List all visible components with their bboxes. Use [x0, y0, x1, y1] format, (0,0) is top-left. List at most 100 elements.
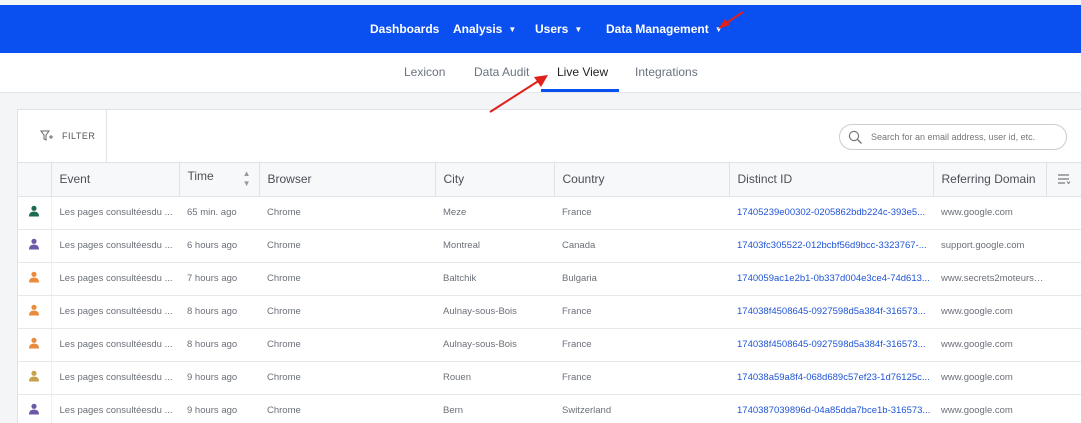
nav-analysis[interactable]: Analysis ▼: [453, 5, 516, 53]
cell-event: Les pages consultéesdu ...: [51, 361, 179, 395]
search-input[interactable]: [871, 129, 1059, 145]
cell-distinct-id[interactable]: 17405239e00302-0205862bdb224c-393e5...: [729, 196, 933, 230]
cell-country: Switzerland: [554, 394, 729, 423]
row-spacer-cell: [1046, 196, 1081, 230]
column-header-distinct-id[interactable]: Distinct ID: [729, 163, 934, 197]
cell-city: Bern: [435, 394, 554, 423]
cell-city: Meze: [435, 196, 554, 230]
search-icon: [848, 130, 862, 144]
table-row[interactable]: Les pages consultéesdu ... 9 hours ago Chr…: [18, 361, 1081, 395]
cell-city: Baltchik: [435, 262, 554, 296]
column-settings-icon: [1058, 174, 1071, 185]
column-header-browser[interactable]: Browser: [259, 163, 436, 197]
cell-country: France: [554, 361, 729, 395]
nav-dashboards[interactable]: Dashboards: [370, 5, 439, 53]
column-header-city[interactable]: City: [435, 163, 555, 197]
tab-integrations[interactable]: Integrations: [635, 53, 698, 93]
caret-down-icon: ▼: [714, 25, 723, 34]
cell-distinct-id[interactable]: 17403fc305522-012bcbf56d9bcc-3323767-...: [729, 229, 933, 263]
events-table-container: Event Time ▲ ▼ Browser City Country Distin…: [18, 163, 1081, 423]
table-row[interactable]: Les pages consultéesdu ... 65 min. ago Chr…: [18, 196, 1081, 230]
cell-city: Montreal: [435, 229, 554, 263]
cell-referring-domain: www.google.com: [933, 394, 1046, 423]
cell-time: 7 hours ago: [179, 262, 259, 296]
row-spacer-cell: [1046, 262, 1081, 296]
row-spacer-cell: [1046, 295, 1081, 329]
table-row[interactable]: Les pages consultéesdu ... 8 hours ago Chr…: [18, 328, 1081, 362]
filter-add-icon: [40, 130, 53, 141]
column-header-label: City: [443, 172, 465, 187]
top-navigation-bar: Dashboards Analysis ▼ Users ▼ Data Managem…: [0, 5, 1081, 53]
cell-referring-domain: www.google.com: [933, 361, 1046, 395]
user-icon: [29, 403, 40, 415]
cell-event: Les pages consultéesdu ...: [51, 394, 179, 423]
column-settings-button[interactable]: [1046, 163, 1081, 197]
user-avatar-cell[interactable]: [18, 229, 52, 263]
live-view-panel: FILTER Search for an email address, user…: [17, 109, 1081, 423]
column-header-label: Referring Domain: [941, 172, 1036, 187]
table-row[interactable]: Les pages consultéesdu ... 8 hours ago Chr…: [18, 295, 1081, 329]
sort-icon[interactable]: ▲ ▼: [243, 169, 251, 189]
user-avatar-cell[interactable]: [18, 262, 52, 296]
cell-distinct-id[interactable]: 174038f4508645-0927598d5a384f-316573...: [729, 295, 933, 329]
cell-event: Les pages consultéesdu ...: [51, 328, 179, 362]
column-header-label: Time: [187, 169, 214, 184]
cell-time: 8 hours ago: [179, 295, 259, 329]
column-header-referring-domain[interactable]: Referring Domain: [933, 163, 1047, 197]
cell-referring-domain: www.secrets2moteurs.com: [933, 262, 1046, 296]
user-avatar-cell[interactable]: [18, 394, 52, 423]
user-icon: [29, 304, 40, 316]
cell-country: Bulgaria: [554, 262, 729, 296]
filter-button[interactable]: FILTER: [18, 110, 107, 163]
cell-time: 9 hours ago: [179, 394, 259, 423]
cell-event: Les pages consultéesdu ...: [51, 262, 179, 296]
column-header-event[interactable]: Event: [51, 163, 180, 197]
table-row[interactable]: Les pages consultéesdu ... 9 hours ago Chr…: [18, 394, 1081, 423]
user-avatar-cell[interactable]: [18, 295, 52, 329]
tab-live-view[interactable]: Live View: [557, 53, 608, 93]
sub-navigation-tabs: Lexicon Data Audit Live View Integration…: [0, 53, 1081, 93]
column-header-label: Country: [562, 172, 605, 187]
nav-data-management-label: Data Management: [606, 22, 709, 36]
cell-country: France: [554, 196, 729, 230]
cell-browser: Chrome: [259, 196, 435, 230]
cell-referring-domain: www.google.com: [933, 295, 1046, 329]
events-table: Event Time ▲ ▼ Browser City Country Distin…: [18, 163, 1081, 423]
tab-data-audit[interactable]: Data Audit: [474, 53, 529, 93]
user-avatar-cell[interactable]: [18, 361, 52, 395]
cell-distinct-id[interactable]: 174038a59a8f4-068d689c57ef23-1d76125c...: [729, 361, 933, 395]
cell-distinct-id[interactable]: 174038f4508645-0927598d5a384f-316573...: [729, 328, 933, 362]
table-row[interactable]: Les pages consultéesdu ... 6 hours ago Chr…: [18, 229, 1081, 263]
table-row[interactable]: Les pages consultéesdu ... 7 hours ago Chr…: [18, 262, 1081, 296]
tab-lexicon[interactable]: Lexicon: [404, 53, 445, 93]
cell-time: 9 hours ago: [179, 361, 259, 395]
cell-browser: Chrome: [259, 262, 435, 296]
live-view-toolbar: FILTER: [18, 110, 1081, 163]
nav-users-label: Users: [535, 22, 569, 36]
cell-time: 65 min. ago: [179, 196, 259, 230]
column-header-country[interactable]: Country: [554, 163, 730, 197]
user-avatar-cell[interactable]: [18, 328, 52, 362]
nav-data-management[interactable]: Data Management ▼: [606, 5, 723, 53]
cell-distinct-id[interactable]: 1740059ac1e2b1-0b337d004e3ce4-74d613...: [729, 262, 933, 296]
user-icon: [29, 337, 40, 349]
column-header-time[interactable]: Time ▲ ▼: [179, 163, 260, 197]
active-tab-indicator: [541, 89, 619, 92]
cell-browser: Chrome: [259, 229, 435, 263]
cell-city: Aulnay-sous-Bois: [435, 295, 554, 329]
user-icon: [29, 238, 40, 250]
cell-time: 8 hours ago: [179, 328, 259, 362]
row-spacer-cell: [1046, 361, 1081, 395]
cell-referring-domain: www.google.com: [933, 196, 1046, 230]
user-avatar-cell[interactable]: [18, 196, 52, 230]
cell-event: Les pages consultéesdu ...: [51, 295, 179, 329]
row-spacer-cell: [1046, 328, 1081, 362]
search-box: [839, 124, 1067, 150]
column-header-label: Distinct ID: [737, 172, 793, 187]
cell-browser: Chrome: [259, 328, 435, 362]
nav-dashboards-label: Dashboards: [370, 22, 440, 36]
nav-users[interactable]: Users ▼: [535, 5, 582, 53]
cell-referring-domain: support.google.com: [933, 229, 1046, 263]
cell-distinct-id[interactable]: 1740387039896d-04a85dda7bce1b-316573...: [729, 394, 933, 423]
cell-browser: Chrome: [259, 361, 435, 395]
